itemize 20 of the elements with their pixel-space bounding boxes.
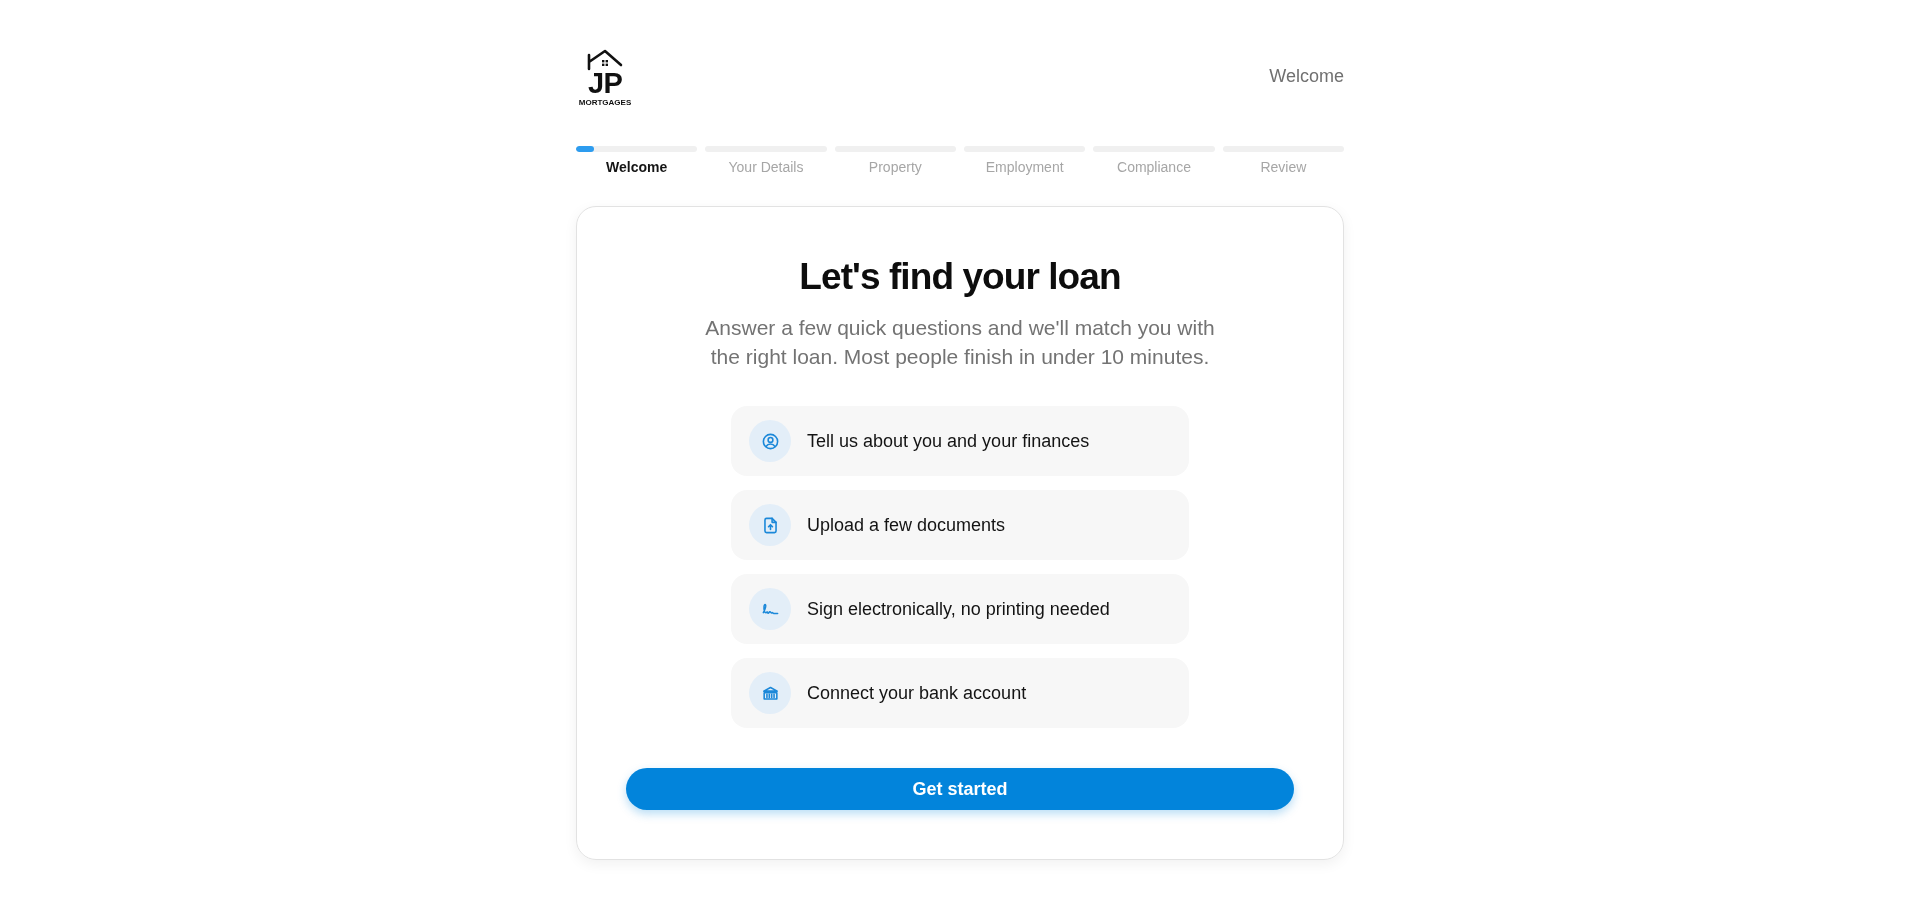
- feature-text: Upload a few documents: [807, 514, 1006, 537]
- feature-text: Tell us about you and your finances: [807, 430, 1090, 453]
- card-subtitle: Answer a few quick questions and we'll match you with the right loan. Most people finish in under 10 minutes.: [704, 315, 1216, 370]
- signature-icon: [749, 588, 791, 630]
- logo-text: JP: [588, 71, 622, 95]
- logo-tagline: MORTGAGES: [578, 98, 632, 108]
- page-label: Welcome: [1269, 65, 1344, 88]
- feature-text: Sign electronically, no printing needed: [807, 598, 1110, 621]
- step-label: Employment: [985, 158, 1064, 176]
- file-upload-icon: [749, 504, 791, 546]
- get-started-button[interactable]: Get started: [626, 768, 1294, 810]
- step-label: Review: [1260, 158, 1307, 176]
- step-label: Your Details: [728, 158, 804, 176]
- step-label: Compliance: [1117, 158, 1191, 176]
- step-label: Welcome: [606, 158, 668, 176]
- step-label: Property: [868, 158, 922, 176]
- bank-icon: [749, 672, 791, 714]
- logo-house-icon: [587, 49, 623, 71]
- card-title: Let's find your loan: [799, 255, 1121, 299]
- feature-text: Connect your bank account: [807, 682, 1027, 705]
